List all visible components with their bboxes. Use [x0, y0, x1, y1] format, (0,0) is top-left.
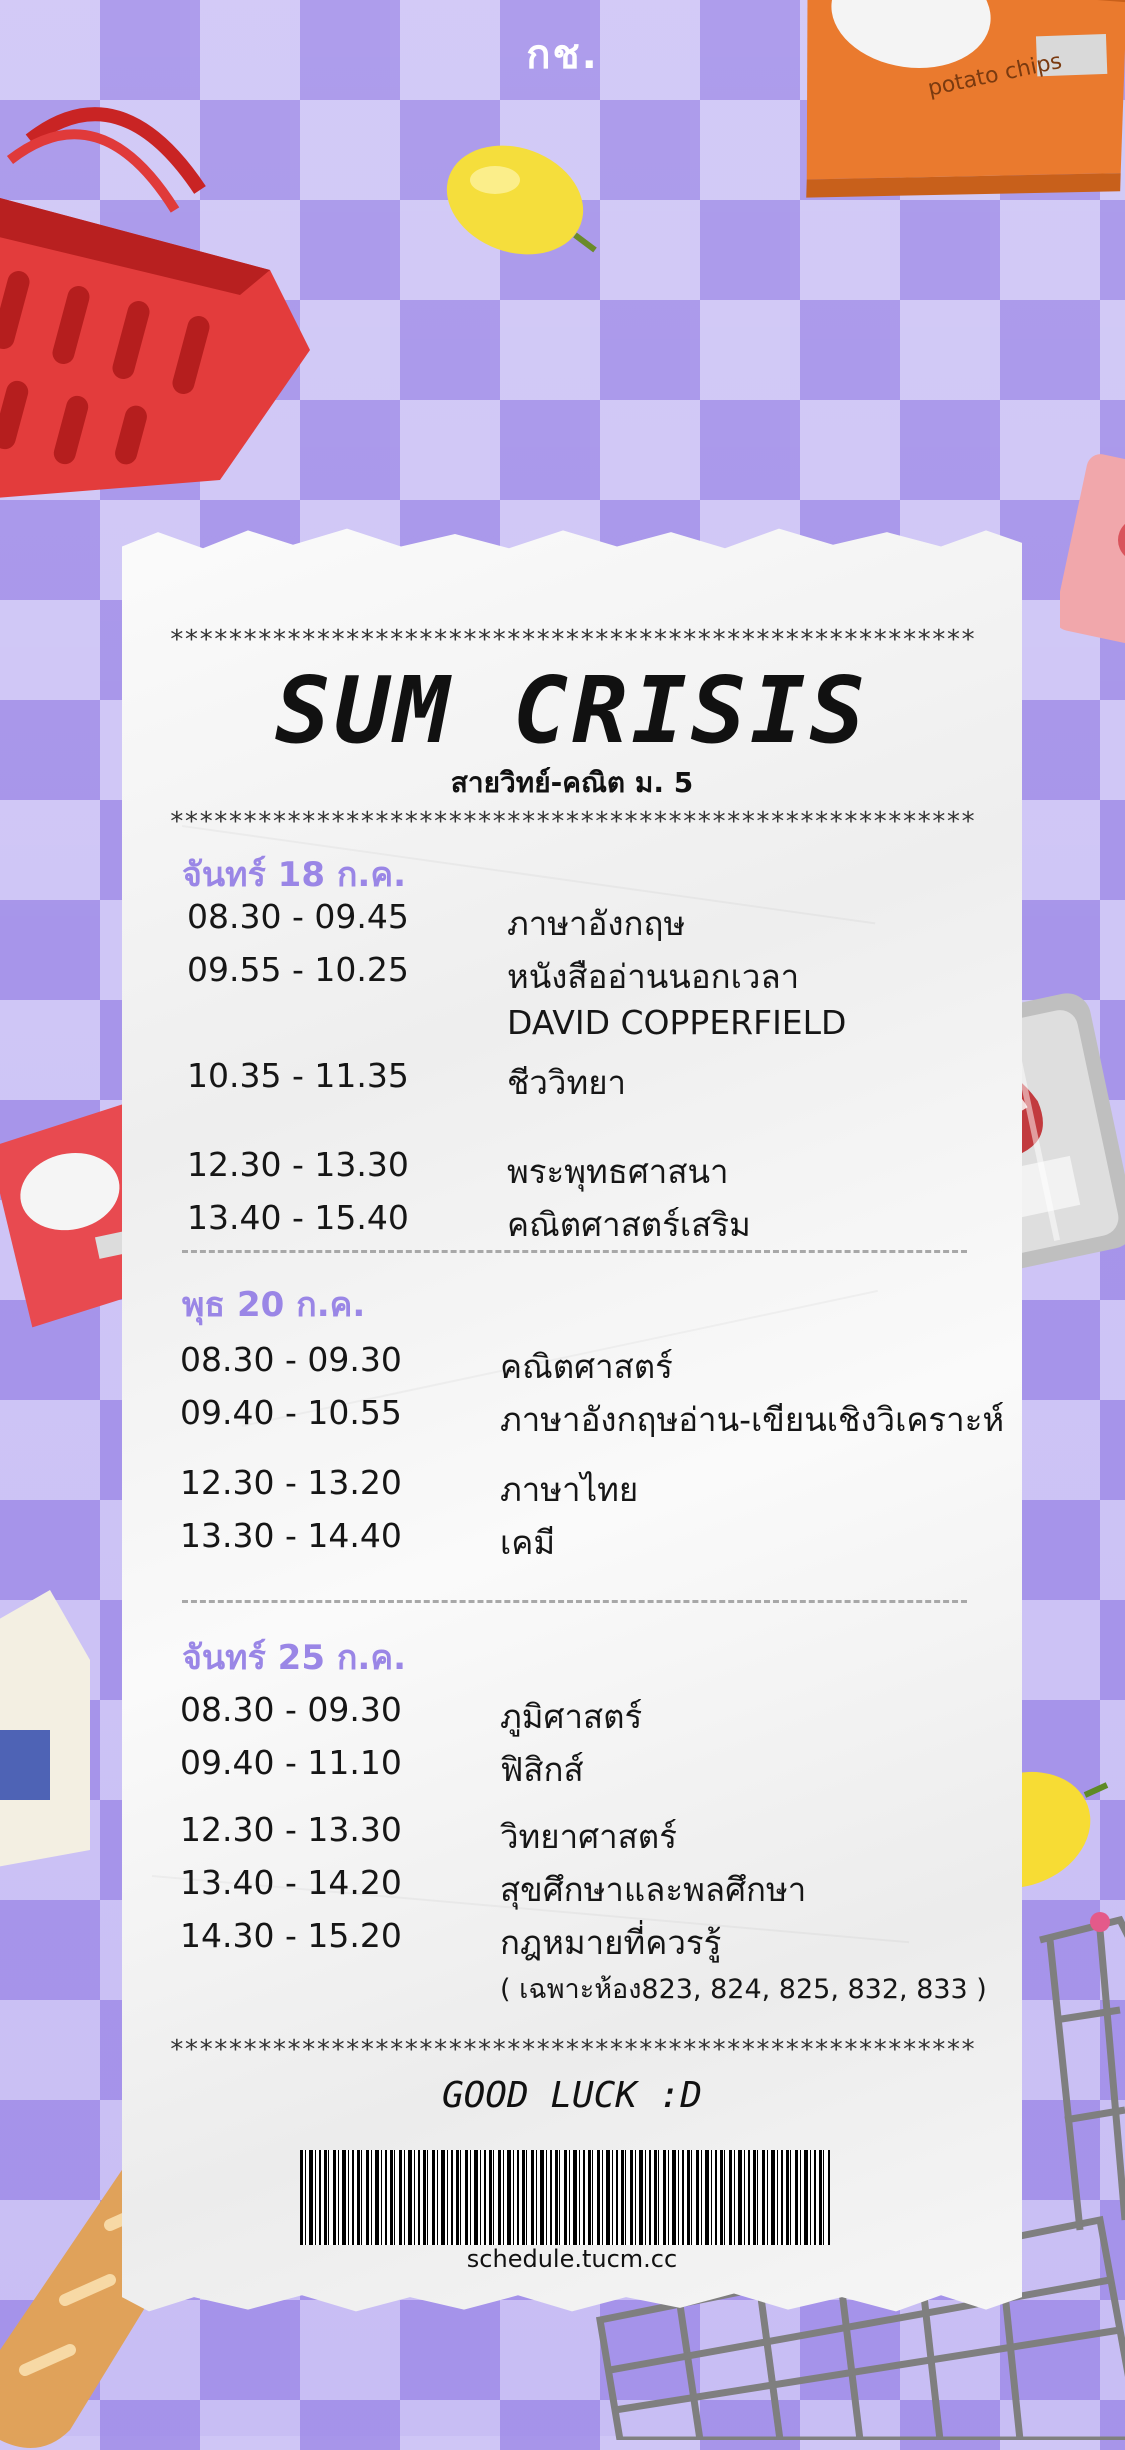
subject: ชีววิทยา — [507, 1063, 627, 1102]
subject: คณิตศาสตร์ — [500, 1347, 673, 1386]
subject: ภาษาไทย — [500, 1470, 639, 1509]
time-range: 09.40 - 10.55 — [180, 1393, 402, 1432]
page-title: SUM CRISIS — [275, 657, 869, 764]
milk-carton-icon — [0, 1590, 90, 1867]
subject: ภาษาอังกฤษ — [507, 904, 686, 943]
subject: กฎหมายที่ควรรู้ — [500, 1923, 722, 1962]
dashed-divider — [182, 1250, 967, 1253]
time-range: 12.30 - 13.30 — [180, 1810, 402, 1849]
time-range: 13.40 - 15.40 — [187, 1198, 409, 1237]
time-range: 09.40 - 11.10 — [180, 1743, 402, 1782]
star-divider: ****************************************… — [169, 2035, 976, 2065]
subject: ฟิสิกส์ — [500, 1750, 584, 1789]
subject: วิทยาศาสตร์ — [500, 1817, 677, 1856]
time-range: 14.30 - 15.20 — [180, 1916, 402, 1955]
time-range: 13.30 - 14.40 — [180, 1516, 402, 1555]
canned-food-icon — [1060, 454, 1125, 648]
time-range: 08.30 - 09.30 — [180, 1690, 402, 1729]
time-range: 12.30 - 13.30 — [187, 1145, 409, 1184]
star-divider: ****************************************… — [169, 807, 976, 837]
time-range: 09.55 - 10.25 — [187, 950, 409, 989]
subject: คณิตศาสตร์เสริม — [507, 1205, 751, 1244]
time-range: 12.30 - 13.20 — [180, 1463, 402, 1502]
barcode — [300, 2150, 830, 2245]
time-range: 08.30 - 09.30 — [180, 1340, 402, 1379]
time-range: 10.35 - 11.35 — [187, 1056, 409, 1095]
shopping-basket-icon — [0, 107, 310, 498]
subject: DAVID COPPERFIELD — [507, 1003, 847, 1042]
time-range: 13.40 - 14.20 — [180, 1863, 402, 1902]
subject: สุขศึกษาและพลศึกษา — [500, 1870, 807, 1909]
day-label: พุธ 20 ก.ค. — [182, 1285, 366, 1325]
receipt-card: ****************************************… — [122, 528, 1022, 2312]
dashed-divider — [182, 1600, 967, 1603]
subject: ภูมิศาสตร์ — [500, 1697, 643, 1736]
subject: ภาษาอังกฤษอ่าน-เขียนเชิงวิเคราะห์ — [500, 1400, 1005, 1439]
lemon-icon — [446, 145, 597, 255]
footer-message: GOOD LUCK :D — [441, 2075, 703, 2116]
day-label: จันทร์ 25 ก.ค. — [182, 1638, 406, 1678]
subject: หนังสืออ่านนอกเวลา — [507, 957, 800, 996]
day-label: จันทร์ 18 ก.ค. — [182, 855, 406, 895]
page-subtitle: สายวิทย์-คณิต ม. 5 — [450, 766, 694, 799]
barcode-url: schedule.tucm.cc — [466, 2245, 678, 2273]
room-note: ( เฉพาะห้อง823, 824, 825, 832, 833 ) — [500, 1974, 987, 2005]
time-range: 08.30 - 09.45 — [187, 897, 409, 936]
star-divider: ****************************************… — [169, 625, 976, 655]
subject: พระพุทธศาสนา — [507, 1152, 729, 1191]
subject: เคมี — [500, 1523, 556, 1562]
